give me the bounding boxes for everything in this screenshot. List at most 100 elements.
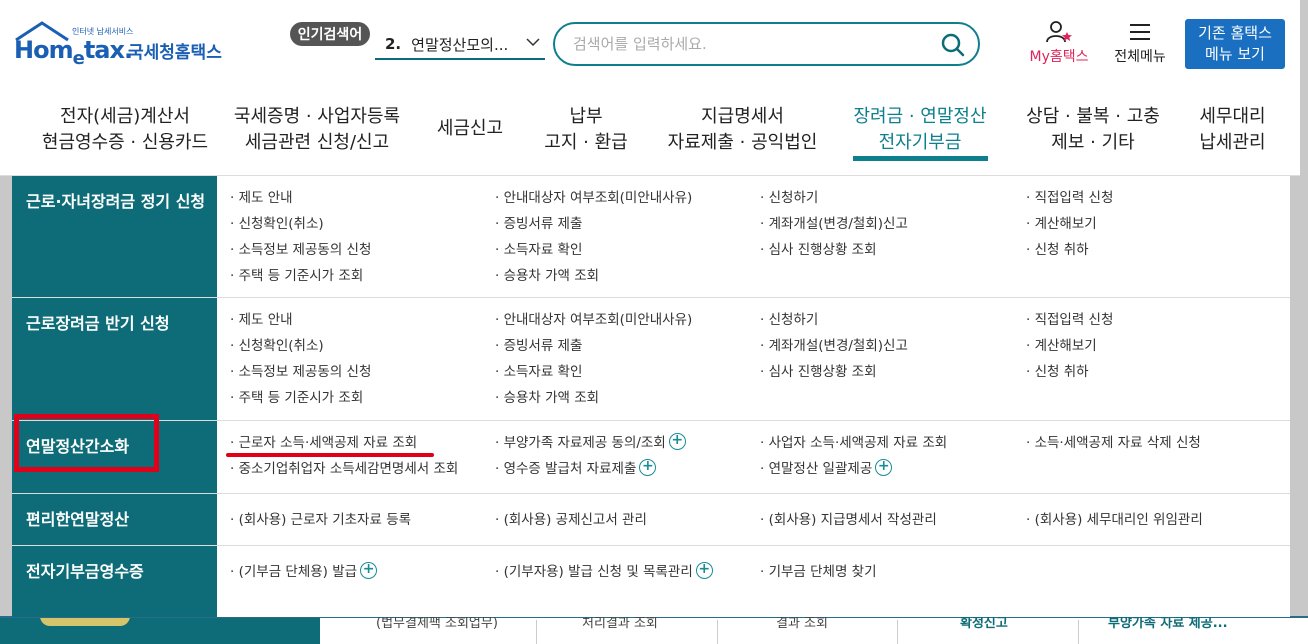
all-menu-label: 전체메뉴: [1114, 49, 1166, 65]
menu-link-label: · 심사 진행상황 조회: [760, 364, 877, 380]
my-hometax-button[interactable]: My홈택스: [1024, 20, 1094, 70]
all-menu-button[interactable]: 전체메뉴: [1108, 20, 1172, 70]
category-incentive-regular[interactable]: 근로·자녀장려금 정기 신청: [12, 176, 217, 297]
menu-link-label: · 계산해보기: [1026, 338, 1097, 354]
gnb-label: 납세관리: [1199, 132, 1266, 153]
menu-link[interactable]: · 주택 등 기준시가 조회: [230, 264, 363, 284]
menu-link[interactable]: · 소득정보 제공동의 신청: [230, 238, 371, 258]
menu-link-label: · 직접입력 신청: [1026, 312, 1114, 328]
gnb-e-invoice[interactable]: 전자(세금)계산서 현금영수증 · 신용카드: [30, 104, 220, 156]
gnb-incentive-year-end[interactable]: 장려금 · 연말정산 전자기부금: [845, 104, 995, 156]
plus-circle-icon[interactable]: +: [639, 458, 657, 476]
menu-link[interactable]: · (회사용) 근로자 기초자료 등록: [230, 508, 411, 528]
menu-link-label: · 소득·세액공제 자료 삭제 신청: [1026, 435, 1201, 451]
menu-link[interactable]: · 직접입력 신청: [1026, 186, 1113, 206]
menu-link[interactable]: · 소득자료 확인: [495, 360, 582, 380]
menu-link[interactable]: · 소득정보 제공동의 신청: [230, 360, 371, 380]
gnb-label: 장려금 · 연말정산: [853, 106, 987, 127]
menu-link[interactable]: · 신청 취하: [1026, 238, 1089, 258]
menu-link[interactable]: · (회사용) 지급명세서 작성관리: [760, 508, 937, 528]
menu-link-label: · 신청 취하: [1026, 242, 1089, 258]
menu-link[interactable]: · 승용차 가액 조회: [495, 264, 599, 284]
menu-link-label: · (기부자용) 발급 신청 및 목록관리: [495, 564, 693, 580]
menu-link-label: · 승용차 가액 조회: [495, 390, 600, 406]
menu-link[interactable]: · 심사 진행상황 조회: [760, 238, 877, 258]
menu-link[interactable]: · 제도 안내: [230, 186, 293, 206]
menu-link[interactable]: · 신청하기: [760, 186, 818, 206]
category-incentive-semiannual[interactable]: 근로장려금 반기 신청: [12, 298, 217, 420]
gnb-payment-statement[interactable]: 지급명세서 자료제출 · 공익법인: [660, 104, 825, 156]
gnb-label: 제보 · 기타: [1051, 132, 1135, 153]
menu-link[interactable]: · (회사용) 공제신고서 관리: [495, 508, 647, 528]
mega-menu-panel: 근로·자녀장려금 정기 신청 · 제도 안내 · 안내대상자 여부조회(미안내사…: [12, 176, 1290, 617]
menu-link-label: · 신청 취하: [1026, 364, 1089, 380]
menu-link[interactable]: · (기부금 단체용) 발급 +: [230, 560, 378, 580]
search-box: [553, 22, 980, 66]
gnb-label: 현금영수증 · 신용카드: [41, 132, 209, 153]
menu-link-label: · 제도 안내: [230, 190, 293, 206]
hometax-logo[interactable]: 인터넷 납세서비스 Hometax. 국세청홈택스: [12, 18, 227, 70]
menu-link[interactable]: · 증빙서류 제출: [495, 334, 582, 354]
category-convenient-year-end[interactable]: 편리한연말정산: [12, 494, 217, 545]
menu-link[interactable]: · 계산해보기: [1026, 334, 1097, 354]
menu-link-label: · 심사 진행상황 조회: [760, 242, 877, 258]
logo-brand: Hometax.: [14, 36, 133, 69]
background-tab-divider: [1078, 620, 1079, 644]
gnb-certificates[interactable]: 국세증명 · 사업자등록 세금관련 신청/신고: [222, 104, 412, 156]
global-nav: 전자(세금)계산서 현금영수증 · 신용카드 국세증명 · 사업자등록 세금관련…: [0, 88, 1300, 176]
menu-link[interactable]: · 소득·세액공제 자료 삭제 신청: [1026, 431, 1201, 451]
menu-link-label: · 근로자 소득·세액공제 자료 조회: [230, 435, 418, 451]
plus-circle-icon[interactable]: +: [668, 432, 686, 450]
menu-link-label: · 소득정보 제공동의 신청: [230, 242, 372, 258]
menu-link[interactable]: · 승용차 가액 조회: [495, 386, 599, 406]
category-donation-receipt[interactable]: 전자기부금영수증: [12, 546, 217, 617]
user-star-icon: [1046, 21, 1072, 43]
menu-link-label: · 신청하기: [760, 190, 819, 206]
menu-link[interactable]: · 계산해보기: [1026, 212, 1097, 232]
menu-link[interactable]: · 부양가족 자료제공 동의/조회 +: [495, 431, 686, 451]
menu-link[interactable]: · 증빙서류 제출: [495, 212, 582, 232]
menu-link[interactable]: · (기부자용) 발급 신청 및 목록관리 +: [495, 560, 713, 580]
menu-link[interactable]: · 안내대상자 여부조회(미안내사유): [495, 186, 692, 206]
menu-link[interactable]: · 신청확인(취소): [230, 334, 324, 354]
menu-link-label: · 증빙서류 제출: [495, 338, 583, 354]
popular-search-select[interactable]: 2. 연말정산모의...: [375, 30, 545, 60]
background-tab-divider: [536, 620, 537, 644]
menu-link[interactable]: · 제도 안내: [230, 308, 293, 328]
menu-link[interactable]: · 안내대상자 여부조회(미안내사유): [495, 308, 692, 328]
gnb-consulting[interactable]: 상담 · 불복 · 고충 제보 · 기타: [1018, 104, 1168, 156]
plus-circle-icon[interactable]: +: [360, 561, 378, 579]
menu-link-label: · 소득자료 확인: [495, 364, 583, 380]
search-input[interactable]: [573, 32, 933, 56]
menu-link[interactable]: · (회사용) 세무대리인 위임관리: [1026, 508, 1203, 528]
menu-link-label: · 소득자료 확인: [495, 242, 583, 258]
menu-link[interactable]: · 신청하기: [760, 308, 818, 328]
search-icon[interactable]: [940, 32, 966, 58]
menu-link[interactable]: · 사업자 소득·세액공제 자료 조회: [760, 431, 947, 451]
menu-link-label: · 계좌개설(변경/철회)신고: [760, 338, 908, 354]
old-menu-line1: 기존 홈택스: [1198, 24, 1272, 42]
menu-link[interactable]: · 연말정산 일괄제공 +: [760, 457, 893, 477]
gnb-label: 지급명세서: [701, 106, 784, 127]
menu-link[interactable]: · 중소기업취업자 소득세감면명세서 조회: [230, 457, 458, 477]
gnb-tax-filing[interactable]: 세금신고: [420, 116, 520, 142]
menu-link[interactable]: · 주택 등 기준시가 조회: [230, 386, 363, 406]
menu-link[interactable]: · 계좌개설(변경/철회)신고: [760, 212, 908, 232]
menu-link[interactable]: · 기부금 단체명 찾기: [760, 560, 877, 580]
menu-row-incentive-semiannual: 근로장려금 반기 신청 · 제도 안내 · 안내대상자 여부조회(미안내사유) …: [12, 298, 1290, 421]
menu-link[interactable]: · 직접입력 신청: [1026, 308, 1113, 328]
menu-link[interactable]: · 심사 진행상황 조회: [760, 360, 877, 380]
gnb-payment[interactable]: 납부 고지 · 환급: [536, 104, 636, 156]
old-hometax-menu-button[interactable]: 기존 홈택스 메뉴 보기: [1185, 19, 1285, 69]
menu-link-employee-deduction[interactable]: · 근로자 소득·세액공제 자료 조회: [230, 431, 417, 451]
menu-link[interactable]: · 영수증 발급처 자료제출 +: [495, 457, 657, 477]
gnb-tax-agent[interactable]: 세무대리 납세관리: [1190, 104, 1275, 156]
menu-link[interactable]: · 계좌개설(변경/철회)신고: [760, 334, 908, 354]
plus-circle-icon[interactable]: +: [695, 561, 713, 579]
menu-link[interactable]: · 소득자료 확인: [495, 238, 582, 258]
logo-korean-name: 국세청홈택스: [128, 43, 222, 63]
menu-link[interactable]: · 신청확인(취소): [230, 212, 324, 232]
plus-circle-icon[interactable]: +: [875, 458, 893, 476]
menu-link[interactable]: · 신청 취하: [1026, 360, 1089, 380]
header: 인터넷 납세서비스 Hometax. 국세청홈택스 인기검색어 2. 연말정산모…: [0, 0, 1300, 176]
